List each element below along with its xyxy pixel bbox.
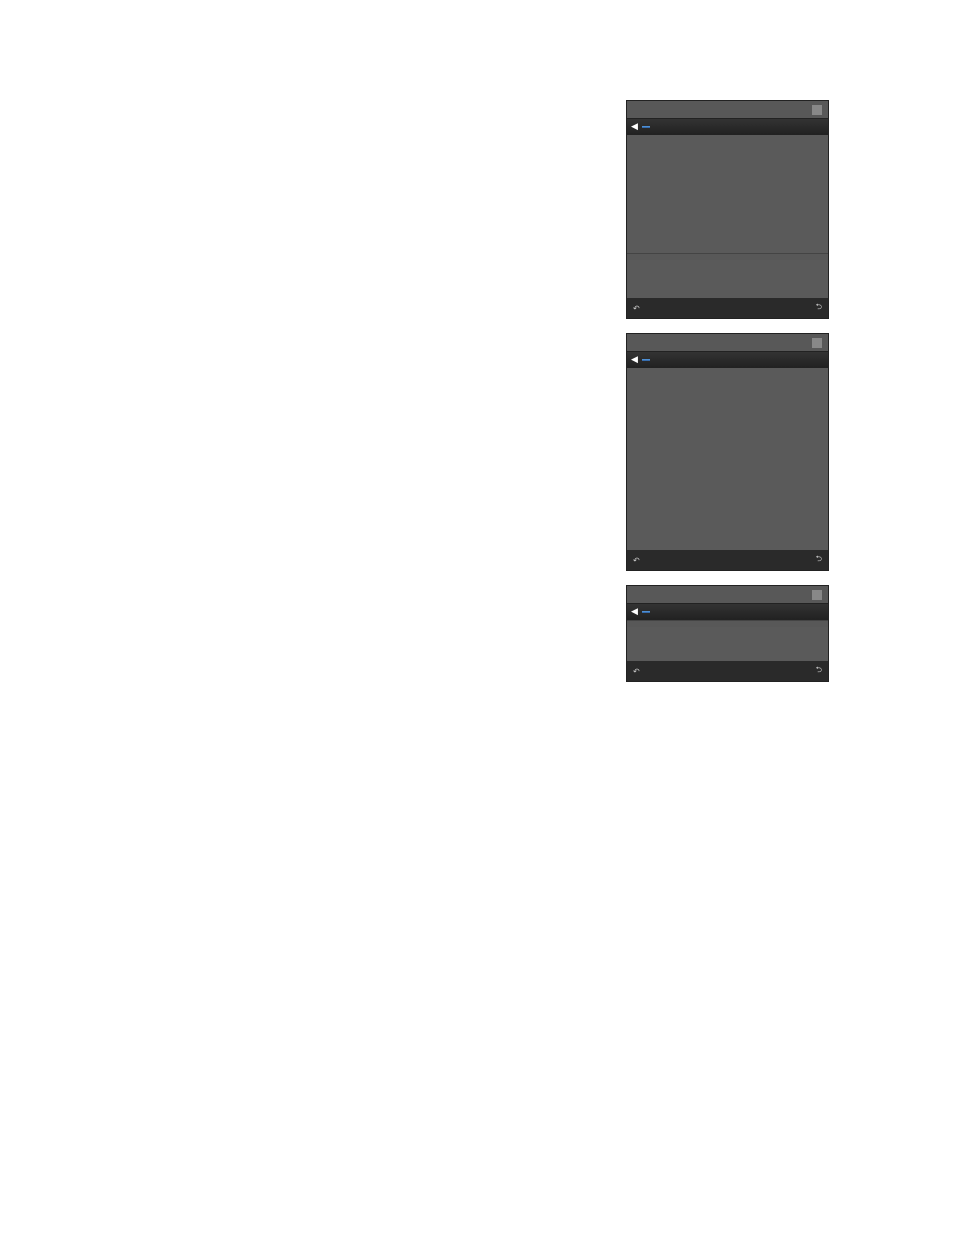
osd-last: ↶ — [633, 556, 640, 565]
home-icon — [812, 105, 822, 115]
osd-hint — [627, 620, 828, 627]
return-icon: ↶ — [633, 556, 640, 565]
back-arrow-icon: ◀ — [631, 121, 638, 132]
osd-exit: ⮌ — [816, 301, 822, 315]
osd-hint — [627, 253, 828, 260]
osd-panel-picture-mode: ◀ ↶ ⮌ — [626, 333, 829, 571]
osd-exit: ⮌ — [816, 553, 822, 567]
exit-icon: ⮌ — [816, 664, 822, 678]
osd-breadcrumb: ◀ — [627, 118, 828, 135]
breadcrumb-label — [642, 126, 650, 128]
osd-last: ↶ — [633, 304, 640, 313]
osd-exit: ⮌ — [816, 664, 822, 678]
osd-breadcrumb: ◀ — [627, 603, 828, 620]
osd-breadcrumb: ◀ — [627, 351, 828, 368]
osd-last: ↶ — [633, 667, 640, 676]
return-icon: ↶ — [633, 304, 640, 313]
home-icon — [812, 338, 822, 348]
home-icon — [812, 590, 822, 600]
breadcrumb-label — [642, 359, 650, 361]
exit-icon: ⮌ — [816, 301, 822, 315]
back-arrow-icon: ◀ — [631, 354, 638, 365]
osd-column: ◀ ↶ ⮌ ◀ — [626, 100, 829, 682]
osd-panel-custom: ◀ ↶ ⮌ — [626, 585, 829, 682]
main-text-column — [110, 100, 608, 682]
exit-icon: ⮌ — [816, 553, 822, 567]
breadcrumb-label — [642, 611, 650, 613]
osd-panel-picture: ◀ ↶ ⮌ — [626, 100, 829, 319]
back-arrow-icon: ◀ — [631, 606, 638, 617]
page-footer — [110, 1173, 844, 1177]
return-icon: ↶ — [633, 667, 640, 676]
